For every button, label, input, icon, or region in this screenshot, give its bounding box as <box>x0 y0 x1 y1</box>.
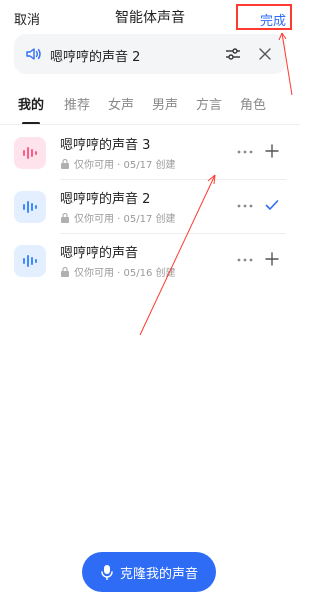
clone-voice-button[interactable]: 克隆我的声音 <box>82 552 216 592</box>
voice-meta: 仅你可用 · 05/16 创建 <box>60 264 176 279</box>
voice-name: 嗯哼哼的声音 3 <box>60 138 151 153</box>
list-item[interactable]: 嗯哼哼的声音 3 仅你可用 · 05/17 创建 <box>0 126 300 180</box>
annotation-highlight-box <box>236 4 292 30</box>
tab-male[interactable]: 男声 <box>152 94 178 113</box>
clone-voice-label: 克隆我的声音 <box>119 566 198 582</box>
list-item[interactable]: 嗯哼哼的声音 仅你可用 · 05/16 创建 <box>0 234 300 288</box>
tab-mine[interactable]: 我的 <box>18 94 44 113</box>
speaker-icon[interactable] <box>24 45 42 63</box>
waveform-icon <box>23 201 37 213</box>
voice-meta-text: 仅你可用 · 05/16 创建 <box>74 268 176 279</box>
microphone-icon <box>101 565 113 580</box>
waveform-icon <box>23 147 37 159</box>
list-item[interactable]: 嗯哼哼的声音 2 仅你可用 · 05/17 创建 <box>0 180 300 234</box>
tab-recommended[interactable]: 推荐 <box>64 94 90 113</box>
voice-name: 嗯哼哼的声音 2 <box>60 192 151 207</box>
voice-meta-text: 仅你可用 · 05/17 创建 <box>74 214 176 225</box>
voice-meta: 仅你可用 · 05/17 创建 <box>60 210 176 225</box>
voice-meta-text: 仅你可用 · 05/17 创建 <box>74 160 176 171</box>
checkmark-icon[interactable] <box>264 197 280 213</box>
category-tabs: 我的 推荐 女声 男声 方言 角色 <box>0 94 300 125</box>
tab-character[interactable]: 角色 <box>240 94 266 113</box>
tab-dialect[interactable]: 方言 <box>196 94 222 113</box>
close-icon[interactable] <box>257 46 273 62</box>
more-icon[interactable] <box>236 143 254 161</box>
more-icon[interactable] <box>236 251 254 269</box>
current-voice-bar[interactable]: 嗯哼哼的声音 2 <box>14 34 286 74</box>
add-icon[interactable] <box>264 251 280 267</box>
voice-avatar <box>14 137 46 169</box>
current-voice-name: 嗯哼哼的声音 2 <box>50 50 141 65</box>
voice-avatar <box>14 191 46 223</box>
divider <box>0 124 300 125</box>
more-icon[interactable] <box>236 197 254 215</box>
header-bar: 取消 智能体声音 完成 <box>0 0 300 34</box>
lock-icon <box>61 212 69 223</box>
tab-female[interactable]: 女声 <box>108 94 134 113</box>
voice-meta: 仅你可用 · 05/17 创建 <box>60 156 176 171</box>
adjust-icon[interactable] <box>224 45 242 63</box>
add-icon[interactable] <box>264 143 280 159</box>
waveform-icon <box>23 255 37 267</box>
voice-avatar <box>14 245 46 277</box>
annotation-arrows <box>139 32 293 336</box>
voice-name: 嗯哼哼的声音 <box>60 246 139 261</box>
lock-icon <box>61 158 69 169</box>
lock-icon <box>61 266 69 277</box>
